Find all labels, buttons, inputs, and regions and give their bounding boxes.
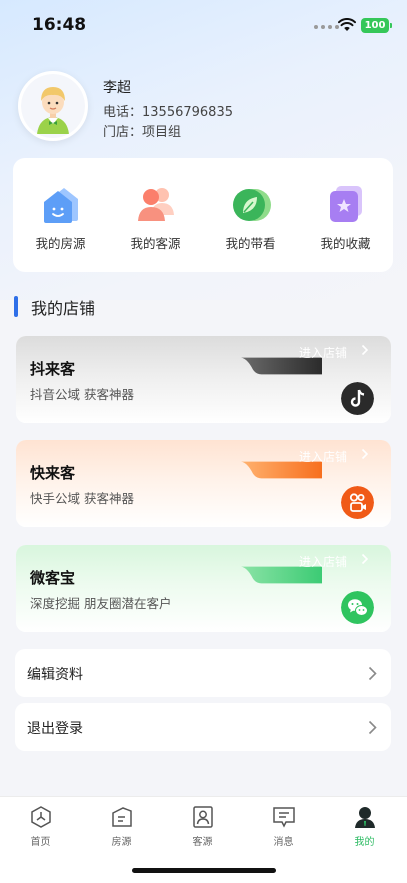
- my-favorites-label: 我的收藏: [320, 236, 371, 251]
- my-listings-label: 我的房源: [35, 236, 86, 251]
- shop-name: 抖来客: [30, 360, 76, 378]
- shop-name: 微客宝: [30, 569, 76, 587]
- my-clients-label: 我的客源: [130, 236, 181, 251]
- user-store: 门店：项目组: [103, 125, 182, 140]
- edit-profile-row[interactable]: 编辑资料: [15, 649, 391, 697]
- status-time: 16:48: [32, 15, 87, 35]
- favorites-icon: [330, 186, 362, 222]
- tab-home[interactable]: 首页: [0, 797, 81, 857]
- shop-desc: 深度挖掘 朋友圈潜在客户: [30, 596, 172, 611]
- cellular-signal-icon: [314, 25, 339, 29]
- quick-actions-card: 我的房源 我的客源 我的带看 我的收藏: [13, 158, 393, 272]
- shop-card-douyin[interactable]: 抖来客 抖音公域 获客神器 进入店铺: [16, 336, 391, 423]
- profile-header: 李超 电话：13556796835 门店：项目组: [18, 71, 388, 141]
- my-viewings-button[interactable]: 我的带看: [203, 158, 298, 272]
- shop-card-wechat[interactable]: 微客宝 深度挖掘 朋友圈潜在客户 进入店铺: [16, 545, 391, 632]
- chevron-right-icon: [361, 553, 369, 565]
- clients-tab-icon: [193, 806, 213, 828]
- my-viewings-label: 我的带看: [225, 236, 276, 251]
- chevron-right-icon: [368, 666, 377, 681]
- leaf-icon: [233, 189, 271, 221]
- messages-tab-icon: [273, 807, 295, 828]
- tab-label: 首页: [30, 837, 51, 848]
- tab-label: 客源: [192, 837, 213, 848]
- chevron-right-icon: [368, 720, 377, 735]
- enter-shop-label: 进入店铺: [299, 450, 348, 464]
- profile-tab-icon: [355, 807, 375, 828]
- logout-row[interactable]: 退出登录: [15, 703, 391, 751]
- house-icon: [44, 188, 78, 223]
- logout-label: 退出登录: [27, 721, 83, 737]
- chevron-right-icon: [361, 344, 369, 356]
- tab-messages[interactable]: 消息: [243, 797, 324, 857]
- shop-desc: 抖音公域 获客神器: [30, 387, 134, 402]
- avatar-illustration: [21, 74, 85, 138]
- enter-shop-button[interactable]: 进入店铺: [241, 545, 391, 584]
- tab-label: 消息: [273, 837, 294, 848]
- wechat-icon: [341, 591, 374, 624]
- chevron-right-icon: [361, 448, 369, 460]
- tab-label: 我的: [354, 837, 375, 848]
- tiktok-icon: [341, 382, 374, 415]
- shop-card-kuaishou[interactable]: 快来客 快手公域 获客神器 进入店铺: [16, 440, 391, 527]
- shop-name: 快来客: [30, 464, 76, 482]
- tab-profile[interactable]: 我的: [324, 797, 405, 857]
- kuaishou-icon: [341, 486, 374, 519]
- shop-desc: 快手公域 获客神器: [30, 491, 134, 506]
- my-favorites-button[interactable]: 我的收藏: [298, 158, 393, 272]
- avatar[interactable]: [18, 71, 88, 141]
- my-clients-button[interactable]: 我的客源: [108, 158, 203, 272]
- status-bar: 16:48 100: [0, 0, 407, 52]
- enter-shop-button[interactable]: 进入店铺: [241, 440, 391, 479]
- user-phone: 电话：13556796835: [103, 105, 233, 120]
- home-tab-icon: [31, 806, 51, 828]
- wifi-icon: [338, 18, 356, 31]
- user-name: 李超: [103, 80, 131, 96]
- home-indicator: [132, 868, 276, 873]
- section-accent-bar: [14, 296, 18, 317]
- enter-shop-button[interactable]: 进入店铺: [241, 336, 391, 375]
- tab-listings[interactable]: 房源: [81, 797, 162, 857]
- battery-icon: 100: [361, 18, 392, 33]
- section-title: 我的店铺: [31, 299, 96, 318]
- my-listings-button[interactable]: 我的房源: [13, 158, 108, 272]
- tab-label: 房源: [111, 837, 132, 848]
- listings-tab-icon: [112, 807, 132, 827]
- tab-clients[interactable]: 客源: [162, 797, 243, 857]
- clients-icon: [138, 188, 174, 221]
- edit-profile-label: 编辑资料: [27, 667, 83, 683]
- enter-shop-label: 进入店铺: [299, 555, 348, 569]
- enter-shop-label: 进入店铺: [299, 346, 348, 360]
